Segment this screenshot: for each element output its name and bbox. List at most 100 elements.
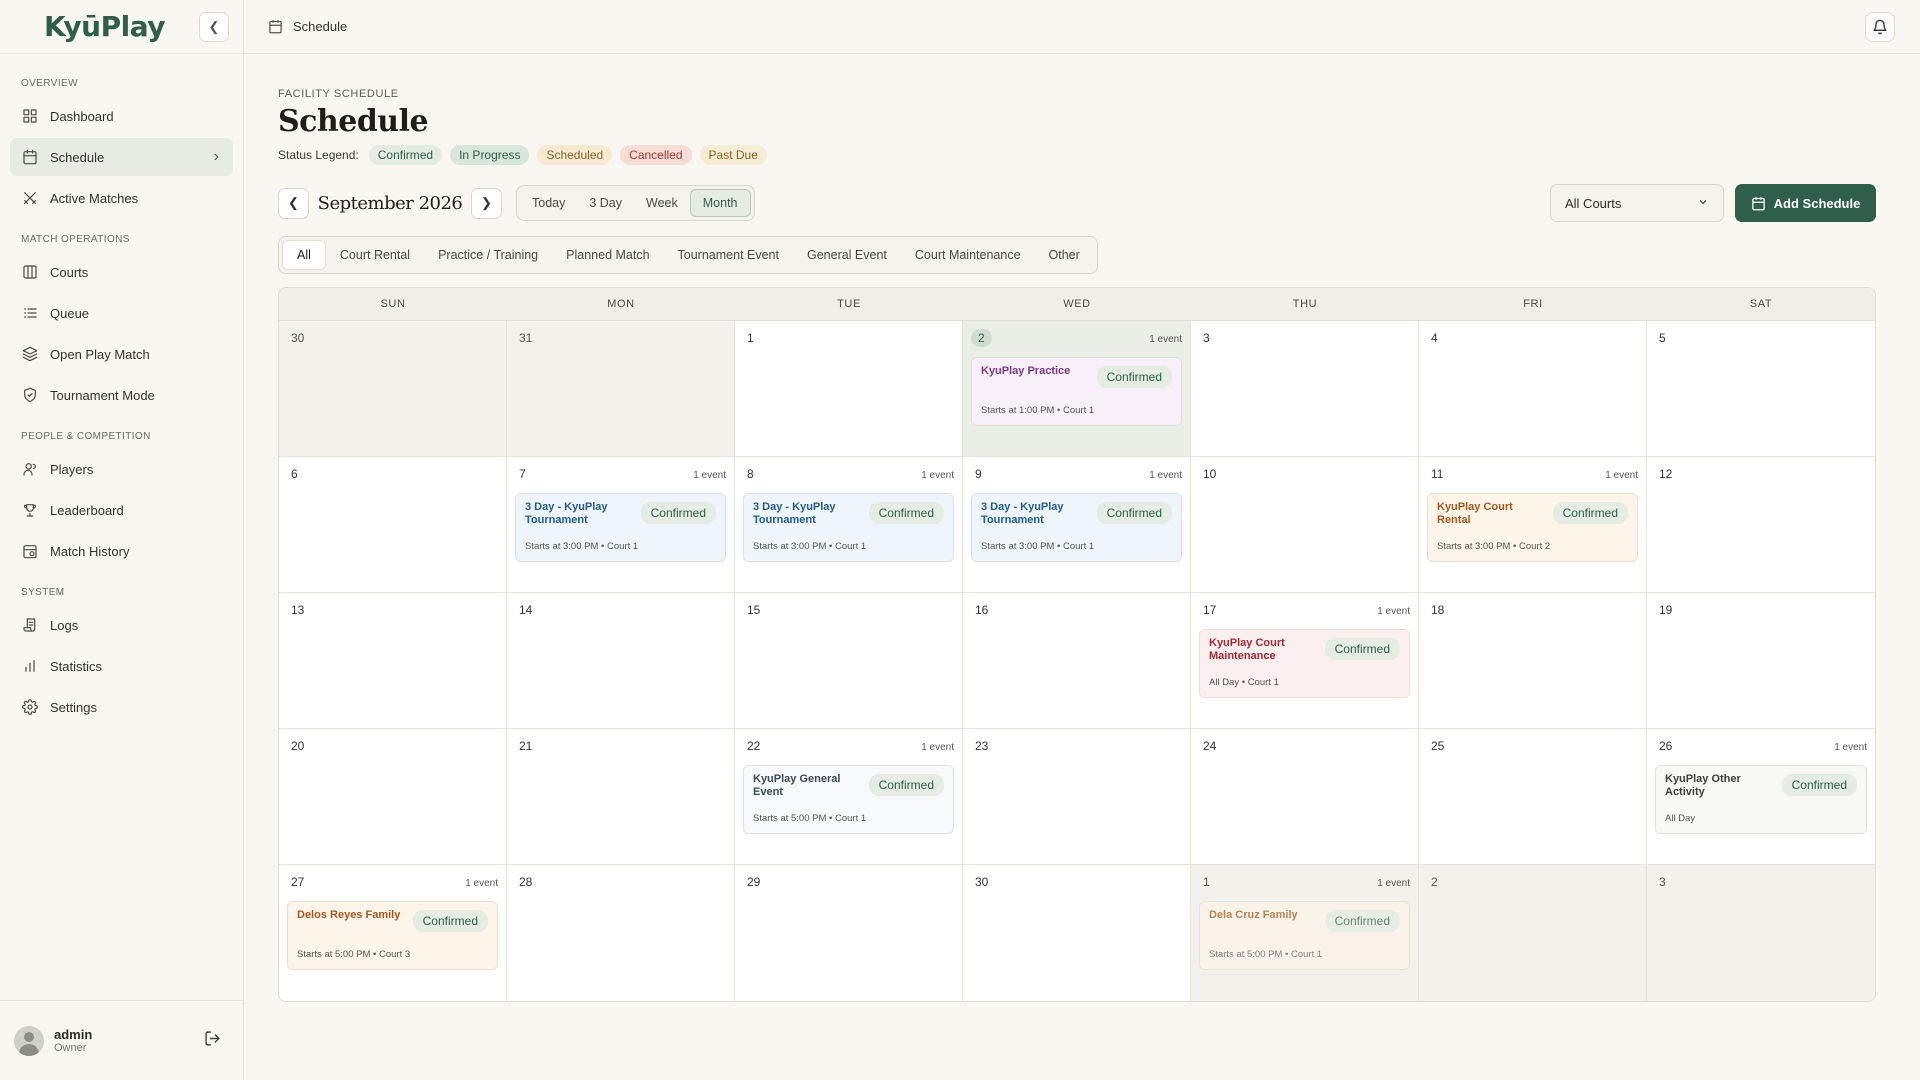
sidebar-item-schedule[interactable]: Schedule › <box>10 138 233 176</box>
page-title: Schedule <box>278 104 429 139</box>
day-cell[interactable]: 25 <box>1419 729 1647 865</box>
day-cell[interactable]: 10 <box>1191 457 1419 593</box>
sidebar-item-match-history[interactable]: Match History <box>10 532 233 570</box>
day-cell[interactable]: 31 <box>507 321 735 457</box>
next-month-button[interactable]: ❯ <box>471 187 502 219</box>
day-number: 2 <box>1431 875 1438 889</box>
sidebar-item-players[interactable]: Players <box>10 450 233 488</box>
day-cell[interactable]: 23 <box>963 729 1191 865</box>
day-cell[interactable]: 9 1 event 3 Day - KyuPlay Tournament Confir… <box>963 457 1191 593</box>
event-card[interactable]: 3 Day - KyuPlay Tournament Confirmed Start… <box>743 493 954 562</box>
sidebar-item-queue[interactable]: Queue <box>10 294 233 332</box>
day-cell[interactable]: 26 1 event KyuPlay Other Activity Confirmed… <box>1647 729 1875 865</box>
day-number: 22 <box>747 739 761 753</box>
day-cell[interactable]: 18 <box>1419 593 1647 729</box>
event-card[interactable]: KyuPlay Court Maintenance Confirmed All Da… <box>1199 629 1410 698</box>
view-month[interactable]: Month <box>689 189 751 217</box>
day-cell[interactable]: 1 1 event Dela Cruz Family Confirmed Starts … <box>1191 865 1419 1001</box>
sidebar-item-tournament-mode[interactable]: Tournament Mode <box>10 376 233 414</box>
add-schedule-button[interactable]: Add Schedule <box>1735 184 1876 222</box>
user-panel: admin Owner <box>0 1000 243 1080</box>
event-card[interactable]: KyuPlay General Event Confirmed Starts at … <box>743 765 954 834</box>
day-cell[interactable]: 19 <box>1647 593 1875 729</box>
day-cell[interactable]: 16 <box>963 593 1191 729</box>
list-icon <box>22 305 38 321</box>
day-cell[interactable]: 11 1 event KyuPlay Court Rental Confirmed St… <box>1419 457 1647 593</box>
sidebar-item-statistics[interactable]: Statistics <box>10 647 233 685</box>
prev-month-button[interactable]: ❮ <box>278 187 309 219</box>
day-cell[interactable]: 8 1 event 3 Day - KyuPlay Tournament Confir… <box>735 457 963 593</box>
chevron-right-icon: › <box>213 148 219 165</box>
event-count: 1 event <box>921 742 954 753</box>
day-cell[interactable]: 3 <box>1647 865 1875 1001</box>
day-cell[interactable]: 13 <box>279 593 507 729</box>
filter-all[interactable]: All <box>282 240 326 270</box>
court-select[interactable]: All Courts <box>1550 184 1724 222</box>
app-logo[interactable]: KyūPlay <box>44 10 166 43</box>
event-card[interactable]: Dela Cruz Family Confirmed Starts at 5:00 … <box>1199 901 1410 970</box>
legend-pill-scheduled: Scheduled <box>537 145 613 165</box>
collapse-sidebar-button[interactable]: ❮ <box>199 11 229 42</box>
day-number: 21 <box>519 739 533 753</box>
status-badge: Confirmed <box>412 910 488 932</box>
filter-tournament-event[interactable]: Tournament Event <box>664 240 793 270</box>
day-cell[interactable]: 3 <box>1191 321 1419 457</box>
day-cell[interactable]: 29 <box>735 865 963 1001</box>
day-number: 19 <box>1659 603 1673 617</box>
day-cell[interactable]: 6 <box>279 457 507 593</box>
filter-court-rental[interactable]: Court Rental <box>326 240 424 270</box>
trophy-icon <box>22 502 38 518</box>
view-3-day[interactable]: 3 Day <box>577 189 634 217</box>
event-card[interactable]: KyuPlay Other Activity Confirmed All Day <box>1655 765 1867 834</box>
day-cell[interactable]: 2 1 event KyuPlay Practice Confirmed Starts … <box>963 321 1191 457</box>
sidebar-item-open-play-match[interactable]: Open Play Match <box>10 335 233 373</box>
day-cell[interactable]: 24 <box>1191 729 1419 865</box>
filter-court-maintenance[interactable]: Court Maintenance <box>901 240 1035 270</box>
day-cell[interactable]: 7 1 event 3 Day - KyuPlay Tournament Confir… <box>507 457 735 593</box>
event-meta: Starts at 5:00 PM • Court 1 <box>1209 949 1323 960</box>
day-cell[interactable]: 1 <box>735 321 963 457</box>
weekday-tue: TUE <box>837 298 861 310</box>
day-cell[interactable]: 5 <box>1647 321 1875 457</box>
filter-general-event[interactable]: General Event <box>793 240 901 270</box>
notifications-button[interactable] <box>1865 12 1895 42</box>
day-cell[interactable]: 17 1 event KyuPlay Court Maintenance Confir… <box>1191 593 1419 729</box>
day-cell[interactable]: 28 <box>507 865 735 1001</box>
sidebar-item-leaderboard[interactable]: Leaderboard <box>10 491 233 529</box>
logout-button[interactable] <box>204 1030 221 1052</box>
filter-planned-match[interactable]: Planned Match <box>552 240 663 270</box>
status-badge: Confirmed <box>640 502 716 524</box>
sidebar-item-dashboard[interactable]: Dashboard <box>10 97 233 135</box>
day-cell[interactable]: 12 <box>1647 457 1875 593</box>
day-cell[interactable]: 2 <box>1419 865 1647 1001</box>
day-number: 9 <box>975 467 982 481</box>
sidebar-item-courts[interactable]: Courts <box>10 253 233 291</box>
sidebar-item-settings[interactable]: Settings <box>10 688 233 726</box>
day-number: 23 <box>975 739 989 753</box>
sidebar-item-logs[interactable]: Logs <box>10 606 233 644</box>
filter-practice-training[interactable]: Practice / Training <box>424 240 552 270</box>
day-cell[interactable]: 22 1 event KyuPlay General Event Confirmed S… <box>735 729 963 865</box>
day-cell[interactable]: 30 <box>963 865 1191 1001</box>
sidebar-item-label: Leaderboard <box>50 502 124 518</box>
day-cell[interactable]: 14 <box>507 593 735 729</box>
event-card[interactable]: 3 Day - KyuPlay Tournament Confirmed Start… <box>971 493 1182 562</box>
day-cell[interactable]: 4 <box>1419 321 1647 457</box>
event-card[interactable]: 3 Day - KyuPlay Tournament Confirmed Start… <box>515 493 726 562</box>
sidebar-item-active-matches[interactable]: Active Matches <box>10 179 233 217</box>
day-cell[interactable]: 15 <box>735 593 963 729</box>
avatar[interactable] <box>14 1025 44 1056</box>
day-cell[interactable]: 21 <box>507 729 735 865</box>
view-week[interactable]: Week <box>634 189 690 217</box>
day-cell[interactable]: 27 1 event Delos Reyes Family Confirmed Star… <box>279 865 507 1001</box>
event-meta: Starts at 5:00 PM • Court 3 <box>297 949 411 960</box>
event-card[interactable]: KyuPlay Practice Confirmed Starts at 1:00 … <box>971 357 1182 426</box>
day-cell[interactable]: 30 <box>279 321 507 457</box>
day-cell[interactable]: 20 <box>279 729 507 865</box>
view-today[interactable]: Today <box>520 189 577 217</box>
weekday-wed: WED <box>1063 298 1091 310</box>
event-card[interactable]: KyuPlay Court Rental Confirmed Starts at 3… <box>1427 493 1638 562</box>
event-count: 1 event <box>1834 742 1867 753</box>
filter-other[interactable]: Other <box>1035 240 1094 270</box>
event-card[interactable]: Delos Reyes Family Confirmed Starts at 5:0… <box>287 901 498 970</box>
